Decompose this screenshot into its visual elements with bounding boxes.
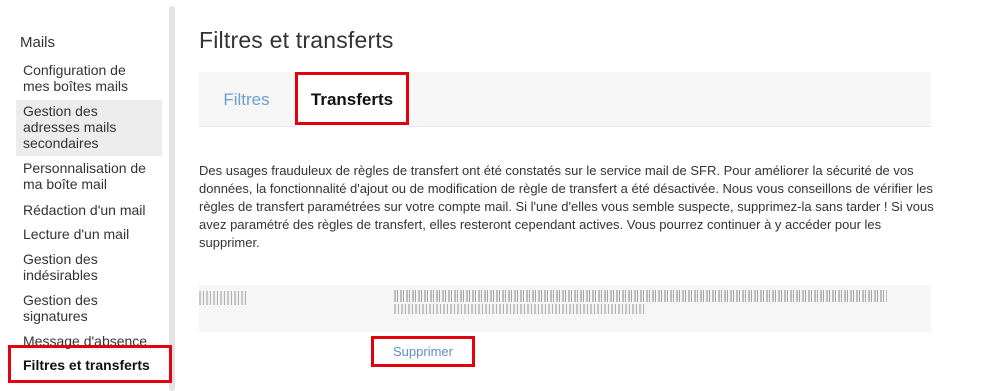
sidebar-item-label: secondaires bbox=[23, 135, 99, 151]
redacted-rule-name bbox=[199, 291, 247, 305]
sidebar-item-label: mes boîtes mails bbox=[23, 78, 129, 94]
fraud-notice: Des usages frauduleux de règles de trans… bbox=[199, 163, 934, 250]
transfer-rule-row bbox=[199, 285, 931, 332]
tab-filtres[interactable]: Filtres bbox=[199, 72, 294, 127]
sidebar-item-label: Lecture d'un mail bbox=[23, 226, 130, 242]
sidebar-item-personnalisation[interactable]: Personnalisation de ma boîte mail bbox=[16, 160, 162, 192]
sidebar-item-label: adresses mails bbox=[23, 119, 117, 135]
sidebar-item-indesirables[interactable]: Gestion des indésirables bbox=[16, 251, 162, 283]
page-title: Filtres et transferts bbox=[199, 27, 394, 53]
sidebar-nav: Mails Configuration de mes boîtes mails … bbox=[0, 0, 172, 391]
sidebar-item-adresses-secondaires[interactable]: Gestion des adresses mails secondaires bbox=[16, 100, 162, 156]
sidebar-item-label: signatures bbox=[23, 308, 88, 324]
sidebar-item-label: Message d'absence bbox=[23, 333, 148, 349]
sidebar-item-absence[interactable]: Message d'absence bbox=[16, 333, 162, 349]
tab-bar: Filtres Transferts bbox=[199, 72, 931, 128]
redacted-rule-detail bbox=[394, 290, 887, 302]
sidebar-item-label: indésirables bbox=[23, 267, 98, 283]
tab-transferts[interactable]: Transferts bbox=[296, 72, 408, 128]
sidebar-item-label: Gestion des bbox=[23, 103, 98, 119]
sidebar-item-label: ma boîte mail bbox=[23, 176, 108, 192]
sidebar-item-label: Configuration de bbox=[23, 62, 126, 78]
delete-button[interactable]: Supprimer bbox=[374, 338, 472, 365]
sidebar-item-lecture[interactable]: Lecture d'un mail bbox=[16, 226, 162, 242]
sidebar-item-label: Rédaction d'un mail bbox=[23, 202, 146, 218]
sidebar-title: Mails bbox=[20, 34, 56, 51]
sidebar-item-filtres-transferts[interactable]: Filtres et transferts bbox=[16, 357, 162, 373]
sidebar-scrollbar[interactable] bbox=[169, 6, 175, 391]
sidebar-item-signatures[interactable]: Gestion des signatures bbox=[16, 292, 162, 324]
sidebar-item-label: Filtres et transferts bbox=[23, 357, 150, 373]
redacted-rule-detail bbox=[394, 304, 644, 314]
sidebar-item-label: Personnalisation de bbox=[23, 160, 146, 176]
sidebar-item-configuration[interactable]: Configuration de mes boîtes mails bbox=[16, 62, 162, 94]
sidebar-item-label: Gestion des bbox=[23, 292, 98, 308]
sidebar-item-redaction[interactable]: Rédaction d'un mail bbox=[16, 202, 162, 218]
sidebar-item-label: Gestion des bbox=[23, 251, 98, 267]
